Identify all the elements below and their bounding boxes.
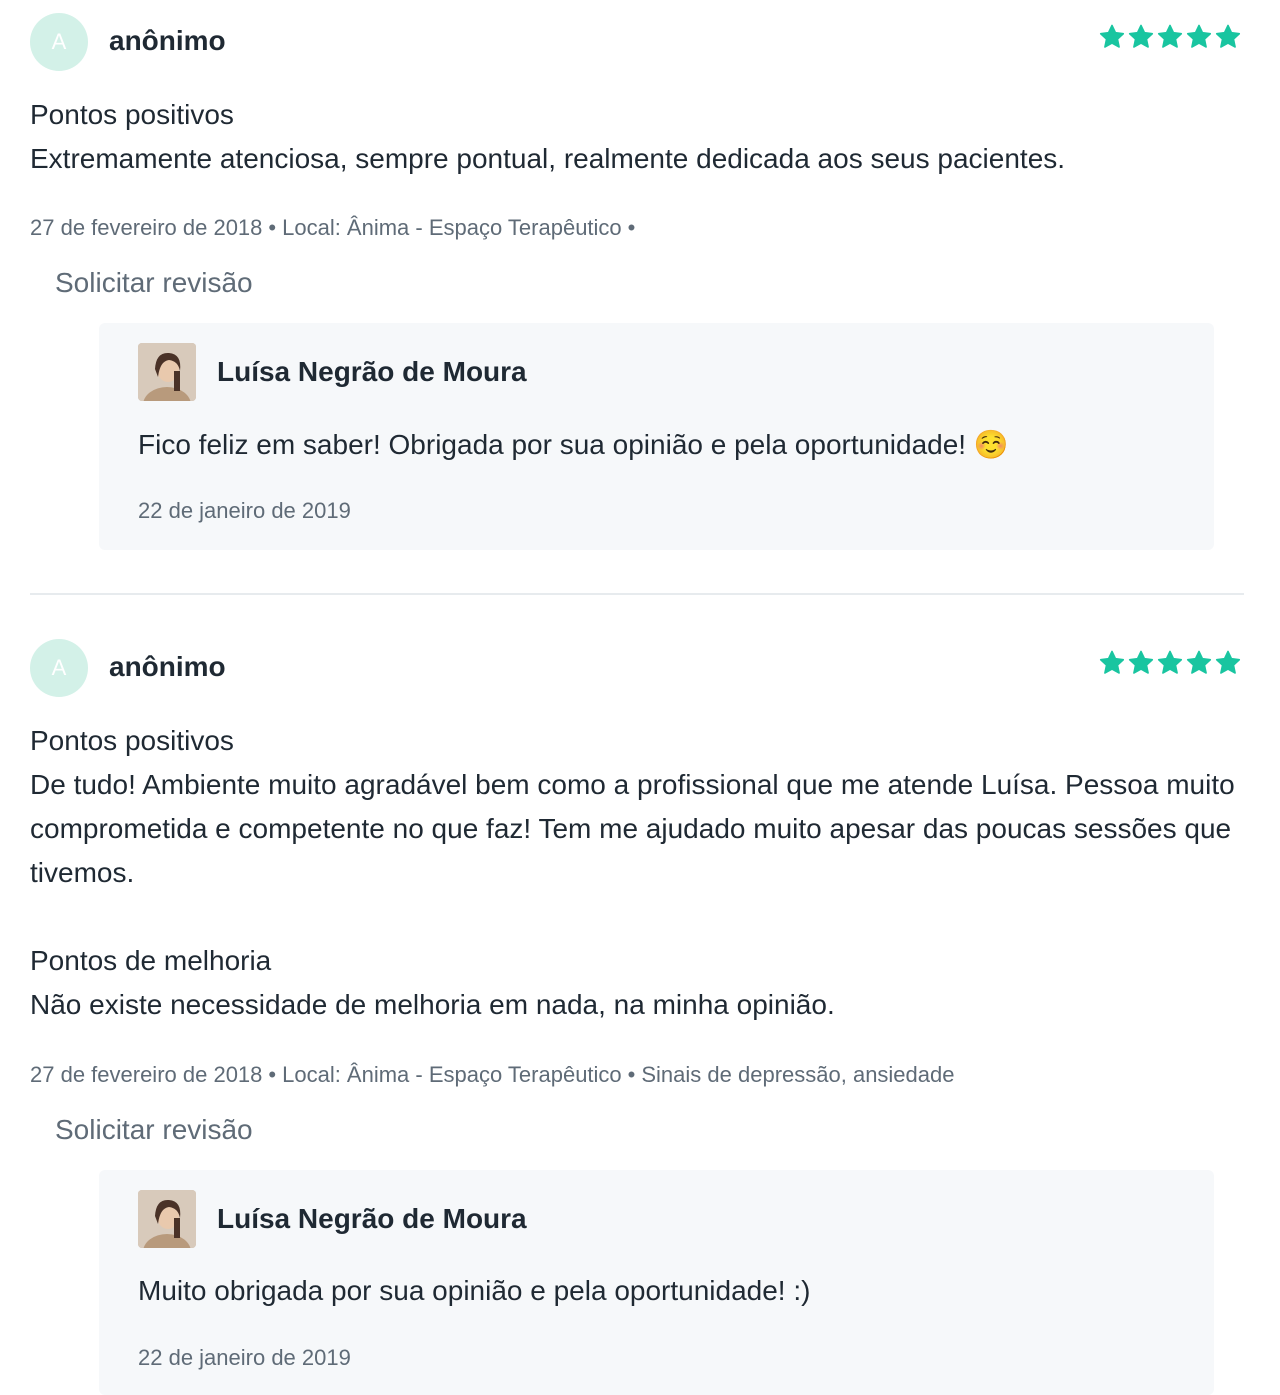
meta-separator: • (268, 1062, 277, 1087)
reply-text: Fico feliz em saber! Obrigada por sua op… (138, 429, 1009, 460)
doctor-name: Luísa Negrão de Moura (217, 1203, 527, 1234)
star-icon (1127, 649, 1155, 677)
improvement-points-title: Pontos de melhoria (30, 945, 272, 976)
review-header: A anônimo (30, 13, 1244, 73)
review-tags: Sinais de depressão, ansiedade (641, 1062, 955, 1087)
meta-separator: • (627, 215, 636, 240)
review-author: anônimo (109, 651, 226, 682)
doctor-avatar (138, 1190, 196, 1248)
star-icon (1185, 23, 1213, 51)
review-location: Local: Ânima - Espaço Terapêutico (282, 1062, 622, 1087)
doctor-photo-icon (138, 343, 196, 401)
star-icon (1098, 649, 1126, 677)
star-icon (1214, 649, 1242, 677)
reply-date: 22 de janeiro de 2019 (138, 498, 351, 523)
review-divider (30, 593, 1244, 595)
doctor-photo-icon (138, 1190, 196, 1248)
star-icon (1098, 23, 1126, 51)
star-icon (1127, 23, 1155, 51)
reply-text: Muito obrigada por sua opinião e pela op… (138, 1275, 811, 1306)
doctor-name: Luísa Negrão de Moura (217, 356, 527, 387)
doctor-reply: Luísa Negrão de Moura Muito obrigada por… (99, 1170, 1214, 1395)
review-location: Local: Ânima - Espaço Terapêutico (282, 215, 622, 240)
review-card: A anônimo Pontos positivos Extremamente … (30, 13, 1244, 174)
star-rating (1098, 649, 1242, 677)
request-revision-link[interactable]: Solicitar revisão (55, 1114, 253, 1146)
positive-points-text: De tudo! Ambiente muito agradável bem co… (30, 769, 1235, 888)
positive-points-text: Extremamente atenciosa, sempre pontual, … (30, 143, 1066, 174)
star-icon (1214, 23, 1242, 51)
positive-points-title: Pontos positivos (30, 725, 234, 756)
meta-separator: • (268, 215, 277, 240)
doctor-reply: Luísa Negrão de Moura Fico feliz em sabe… (99, 323, 1214, 550)
avatar: A (30, 639, 88, 697)
star-rating (1098, 23, 1242, 51)
review-author: anônimo (109, 25, 226, 56)
star-icon (1185, 649, 1213, 677)
review-date: 27 de fevereiro de 2018 (30, 1062, 263, 1087)
request-revision-link[interactable]: Solicitar revisão (55, 267, 253, 299)
review-meta: 27 de fevereiro de 2018 • Local: Ânima - E… (30, 1060, 955, 1090)
review-header: A anônimo (30, 639, 1244, 699)
avatar: A (30, 13, 88, 71)
improvement-points-text: Não existe necessidade de melhoria em na… (30, 989, 835, 1020)
positive-points-title: Pontos positivos (30, 99, 234, 130)
review-date: 27 de fevereiro de 2018 (30, 215, 263, 240)
star-icon (1156, 23, 1184, 51)
star-icon (1156, 649, 1184, 677)
reply-date: 22 de janeiro de 2019 (138, 1345, 351, 1370)
doctor-avatar (138, 343, 196, 401)
review-meta: 27 de fevereiro de 2018 • Local: Ânima - E… (30, 213, 641, 243)
review-card: A anônimo Pontos positivos De tudo! Ambi… (30, 639, 1244, 1020)
meta-separator: • (627, 1062, 636, 1087)
